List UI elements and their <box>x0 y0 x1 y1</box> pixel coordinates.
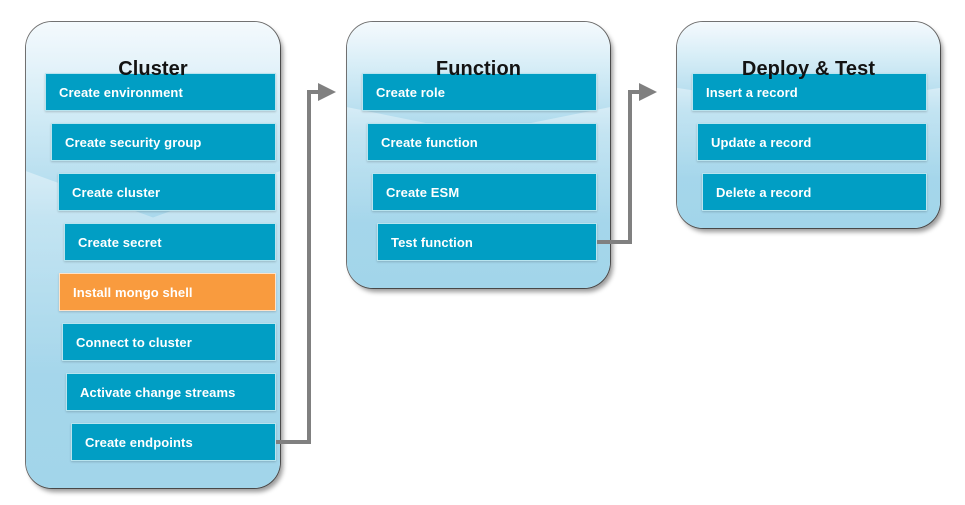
step-test-function[interactable]: Test function <box>377 223 597 261</box>
column-title-function: Function <box>435 58 522 80</box>
step-label: Connect to cluster <box>76 334 192 350</box>
step-label: Activate change streams <box>80 384 236 400</box>
step-label: Insert a record <box>706 84 798 100</box>
step-create-secret[interactable]: Create secret <box>64 223 276 261</box>
step-label: Create role <box>376 84 446 100</box>
step-update-a-record[interactable]: Update a record <box>697 123 927 161</box>
step-label: Create function <box>381 134 478 150</box>
step-install-mongo-shell[interactable]: Install mongo shell <box>59 273 276 311</box>
connector-function-to-deploy-test <box>597 80 687 252</box>
step-activate-change-streams[interactable]: Activate change streams <box>66 373 276 411</box>
step-label: Update a record <box>711 134 812 150</box>
connector-line <box>597 90 639 244</box>
column-title-cluster: Cluster <box>118 58 188 80</box>
step-label: Create cluster <box>72 184 161 200</box>
arrowhead-icon <box>639 83 657 101</box>
workflow-diagram: Cluster Create environment Create securi… <box>0 0 965 505</box>
connector-line <box>276 90 318 444</box>
step-create-cluster[interactable]: Create cluster <box>58 173 276 211</box>
step-label: Create environment <box>59 84 183 100</box>
step-label: Create ESM <box>386 184 460 200</box>
step-create-security-group[interactable]: Create security group <box>51 123 276 161</box>
step-label: Create secret <box>78 234 162 250</box>
step-delete-a-record[interactable]: Delete a record <box>702 173 927 211</box>
step-label: Delete a record <box>716 184 812 200</box>
step-create-esm[interactable]: Create ESM <box>372 173 597 211</box>
step-connect-to-cluster[interactable]: Connect to cluster <box>62 323 276 361</box>
arrowhead-icon <box>318 83 336 101</box>
step-label: Create endpoints <box>85 434 193 450</box>
step-label: Install mongo shell <box>73 284 193 300</box>
step-create-endpoints[interactable]: Create endpoints <box>71 423 276 461</box>
column-title-deploy-test: Deploy & Test <box>741 58 876 80</box>
step-label: Test function <box>391 234 473 250</box>
step-label: Create security group <box>65 134 202 150</box>
step-create-function[interactable]: Create function <box>367 123 597 161</box>
connector-cluster-to-function <box>276 80 366 452</box>
